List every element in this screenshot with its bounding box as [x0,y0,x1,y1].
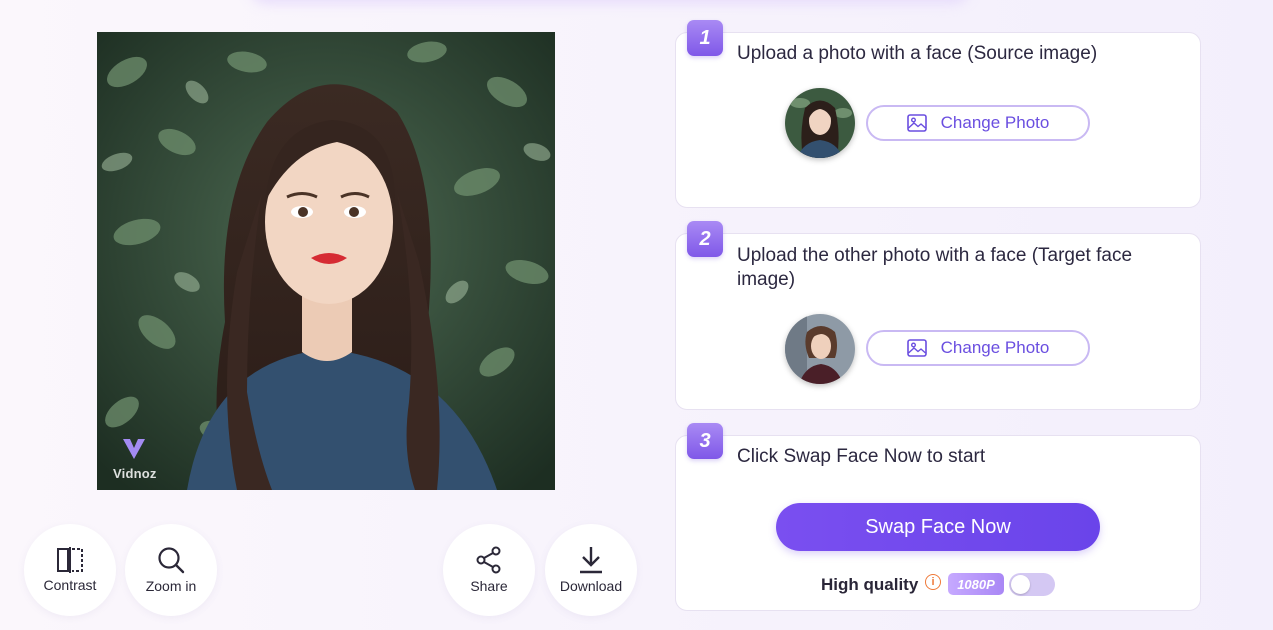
source-image-avatar[interactable] [785,88,855,158]
high-quality-toggle[interactable] [1009,573,1055,596]
watermark-text: Vidnoz [113,466,157,481]
change-source-photo-button[interactable]: Change Photo [866,105,1090,141]
step-3-title: Click Swap Face Now to start [737,446,986,467]
image-icon [906,339,927,357]
contrast-label: Contrast [43,577,97,593]
target-image-avatar[interactable] [785,314,855,384]
result-image: Vidnoz [97,32,555,490]
resolution-badge: 1080P [948,573,1004,595]
share-nodes-icon [476,546,501,574]
download-button[interactable]: Download [545,524,637,616]
info-icon[interactable]: i [925,574,941,590]
change-source-photo-label: Change Photo [940,113,1050,132]
zoom-in-button[interactable]: Zoom in [125,524,217,616]
step-1-number: 1 [687,20,723,56]
contrast-button[interactable]: Contrast [24,524,116,616]
top-glow [250,0,970,4]
change-target-photo-button[interactable]: Change Photo [866,330,1090,366]
vidnoz-logo-icon [123,439,145,459]
magnifier-icon [158,547,185,574]
step-2-number: 2 [687,221,723,257]
step-3-number: 3 [687,423,723,459]
share-label: Share [470,578,508,594]
download-label: Download [559,578,623,594]
zoom-in-label: Zoom in [145,578,197,594]
source-avatar-illustration [785,88,855,158]
contrast-compare-icon [57,547,83,573]
change-target-photo-label: Change Photo [940,338,1050,357]
toggle-knob [1011,575,1030,594]
swap-face-now-button[interactable]: Swap Face Now [776,503,1100,551]
high-quality-label: High quality [821,575,919,594]
share-button[interactable]: Share [443,524,535,616]
step-2-title: Upload the other photo with a face (Targ… [737,245,1133,290]
portrait-illustration [97,32,555,490]
step-1-title: Upload a photo with a face (Source image… [737,43,1098,64]
image-icon [906,114,927,132]
download-arrow-icon [580,547,602,574]
target-avatar-illustration [785,314,855,384]
